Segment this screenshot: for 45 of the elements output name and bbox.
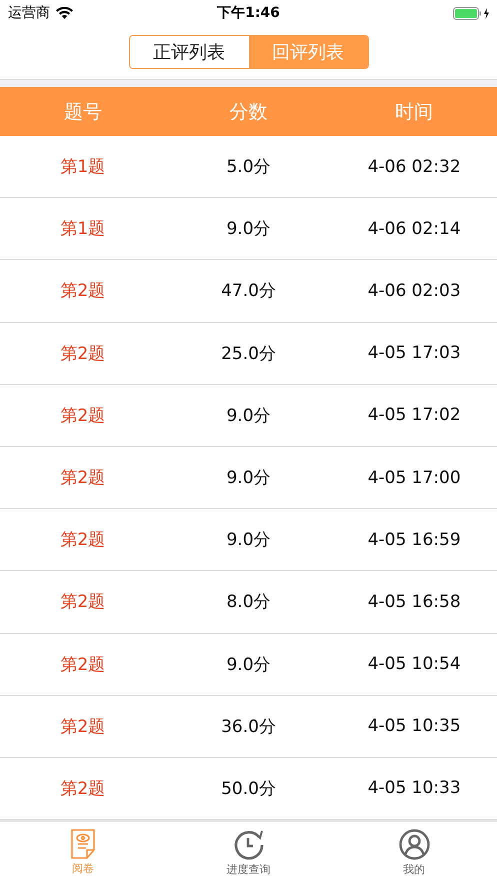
time-cell-text: 4-05 16:59: [366, 530, 462, 550]
question-cell-text: 第2题: [59, 342, 106, 365]
time-cell-text: 4-06 02:32: [366, 156, 462, 177]
question-cell-text: 第2题: [59, 404, 106, 427]
column-header: 题号: [62, 100, 103, 124]
clock-time: 下午1:46: [217, 4, 280, 22]
question-cell-text: 第2题: [59, 654, 106, 676]
score-cell-text: 25.0分: [220, 342, 277, 365]
time-cell-text: 4-06 02:14: [366, 218, 462, 239]
question-cell-text: 第2题: [59, 280, 106, 302]
score-cell-text: 9.0分: [225, 404, 272, 427]
tab-bar-item[interactable]: 我的: [331, 822, 497, 883]
question-cell-text: 第2题: [59, 467, 106, 490]
question-cell-text: 第2题: [59, 716, 106, 738]
time-cell-text: 4-06 02:03: [366, 280, 462, 301]
tab-bar-item[interactable]: 进度查询: [166, 822, 332, 883]
time-cell-text: 4-05 17:00: [366, 468, 462, 488]
battery-icon: [453, 6, 491, 20]
question-cell-text: 第2题: [59, 778, 106, 800]
score-cell-text: 5.0分: [225, 156, 272, 178]
time-cell-text: 4-05 10:54: [366, 654, 462, 674]
score-cell-text: 9.0分: [225, 467, 272, 490]
document-eye-icon: [70, 829, 96, 859]
score-cell-text: 8.0分: [225, 591, 272, 614]
question-cell-text: 第1题: [59, 218, 106, 240]
question-cell-text: 第2题: [59, 529, 106, 552]
time-cell-text: 4-05 10:33: [366, 778, 462, 798]
user-icon: [398, 828, 430, 860]
score-cell-text: 9.0分: [225, 654, 272, 676]
column-header: 分数: [228, 100, 268, 124]
time-cell-text: 4-05 17:02: [366, 405, 462, 426]
clock-refresh-icon: [232, 828, 264, 860]
score-cell-text: 50.0分: [220, 778, 277, 800]
question-cell-text: 第1题: [59, 156, 106, 178]
score-cell-text: 9.0分: [225, 529, 272, 552]
carrier-label: 运营商: [8, 4, 50, 22]
time-cell-text: 4-05 16:58: [366, 592, 462, 612]
wifi-icon: [56, 7, 73, 19]
time-cell-text: 4-05 10:35: [366, 716, 462, 736]
time-cell-text: 4-05 17:03: [366, 343, 462, 364]
score-cell-text: 9.0分: [225, 218, 272, 240]
column-header: 时间: [394, 100, 434, 124]
score-cell-text: 36.0分: [220, 716, 277, 738]
question-cell-text: 第2题: [59, 591, 106, 614]
score-cell-text: 47.0分: [220, 280, 277, 302]
